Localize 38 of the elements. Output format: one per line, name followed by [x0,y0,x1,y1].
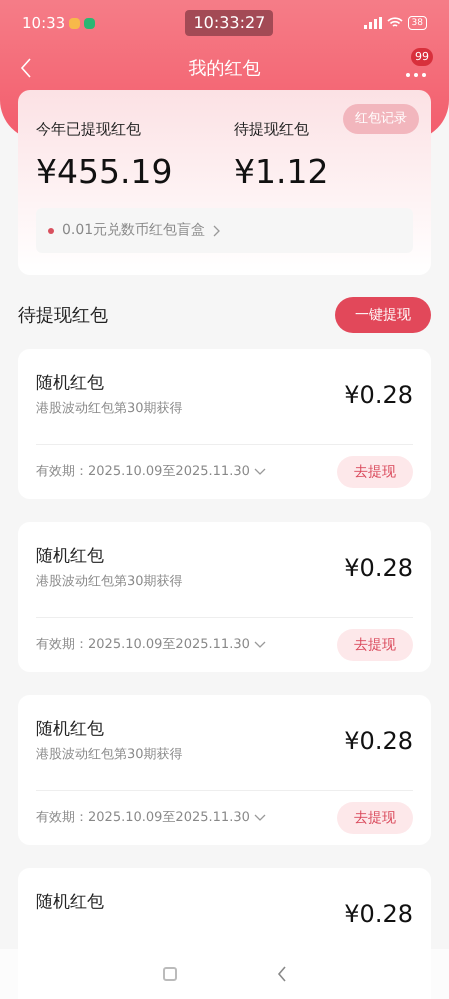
card-amount: ¥0.28 [344,553,413,584]
card-title: 随机红包 [36,718,105,741]
chevron-right-icon [213,224,220,236]
battery-level: 38 [408,16,427,30]
wifi-icon [386,17,403,29]
card-subtitle: 港股波动红包第30期获得 [36,746,183,764]
withdraw-all-button[interactable]: 一键提现 [335,297,431,333]
withdraw-button[interactable]: 去提现 [337,802,413,834]
home-icon[interactable] [162,967,176,981]
pending-label: 待提现红包 [234,119,310,140]
withdraw-button[interactable]: 去提现 [337,629,413,661]
card-title: 随机红包 [36,372,105,395]
chevron-down-icon[interactable] [254,814,266,822]
chevron-down-icon[interactable] [254,641,266,649]
page-title: 我的红包 [188,56,260,80]
pending-amount: ¥1.12 [234,150,328,192]
more-icon[interactable] [405,72,427,78]
card-amount: ¥0.28 [344,380,413,411]
card-title: 随机红包 [36,891,104,914]
card-subtitle: 港股波动红包第30期获得 [36,573,183,591]
section-title: 待提现红包 [18,304,108,328]
card-amount: ¥0.28 [344,726,413,757]
clock-time: 10:33:27 [185,10,274,36]
withdrawn-amount: ¥455.19 [36,150,174,192]
validity-text: 有效期：2025.10.09至2025.11.30 [36,463,250,482]
back-icon[interactable] [276,966,286,982]
card-subtitle: 港股波动红包第30期获得 [36,400,183,418]
chevron-down-icon[interactable] [254,468,266,476]
withdrawn-label: 今年已提现红包 [36,119,142,140]
card-amount: ¥0.28 [344,899,413,930]
validity-text: 有效期：2025.10.09至2025.11.30 [36,636,250,654]
withdraw-button[interactable]: 去提现 [337,456,413,488]
status-time: 10:33 [22,12,66,34]
validity-text: 有效期：2025.10.09至2025.11.30 [36,809,250,828]
promo-link[interactable]: 0.01元兑数币红包盲盒 [36,208,413,253]
card-title: 随机红包 [36,545,105,568]
promo-text: 0.01元兑数币红包盲盒 [62,221,206,240]
signal-icon [364,17,382,29]
